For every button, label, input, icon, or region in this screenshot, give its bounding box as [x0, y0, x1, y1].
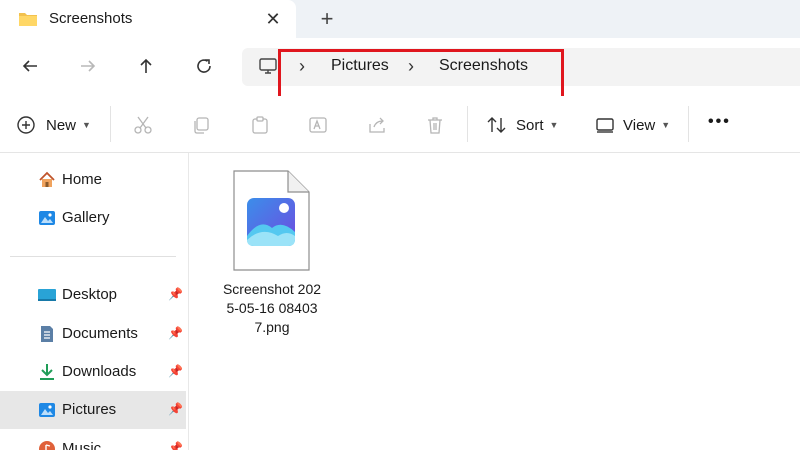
refresh-icon: [197, 59, 211, 73]
view-button[interactable]: View ▼: [595, 115, 670, 135]
pin-icon[interactable]: 📌: [168, 441, 183, 450]
new-tab-button[interactable]: +: [316, 8, 338, 30]
sidebar-item-label: Documents: [62, 325, 138, 342]
back-arrow-icon: [22, 60, 37, 72]
sidebar-item-label: Pictures: [62, 401, 117, 418]
folder-icon: [19, 13, 37, 26]
toolbar-divider: [688, 106, 689, 142]
annotation-highlight-box: [278, 49, 564, 100]
documents-icon: [41, 326, 53, 342]
sidebar-item-label: Desktop: [62, 286, 118, 303]
sidebar-item-downloads[interactable]: Downloads 📌: [0, 353, 186, 391]
view-icon: [596, 118, 614, 133]
downloads-icon: [40, 364, 54, 380]
rename-icon[interactable]: [308, 115, 328, 135]
sort-button[interactable]: Sort ▼: [486, 115, 558, 135]
back-button[interactable]: [15, 51, 45, 81]
this-pc-icon[interactable]: [258, 56, 278, 76]
delete-icon[interactable]: [425, 115, 445, 135]
forward-button[interactable]: [73, 51, 103, 81]
sidebar-item-label: Gallery: [62, 209, 110, 226]
chevron-down-icon: ▼: [82, 120, 91, 130]
sort-icon: [487, 117, 506, 133]
command-bar: [0, 96, 800, 153]
gallery-icon: [39, 211, 55, 225]
pictures-icon: [39, 403, 55, 417]
file-name-label[interactable]: Screenshot 2025-05-16 084037.png: [222, 280, 322, 337]
desktop-icon: [38, 289, 56, 301]
toolbar-divider: [110, 106, 111, 142]
share-icon[interactable]: [367, 115, 387, 135]
new-label: New: [46, 116, 77, 134]
sidebar-item-desktop[interactable]: Desktop 📌: [0, 276, 186, 314]
new-button[interactable]: New ▼: [16, 115, 91, 135]
sidebar-item-music[interactable]: Music 📌: [0, 430, 186, 450]
image-file-icon: [233, 170, 310, 271]
copy-icon[interactable]: [191, 115, 211, 135]
refresh-button[interactable]: [189, 51, 219, 81]
chevron-down-icon: ▼: [661, 120, 671, 130]
up-arrow-icon: [140, 58, 152, 73]
tab-screenshots[interactable]: [0, 0, 296, 38]
paste-icon[interactable]: [250, 115, 270, 135]
sidebar-item-gallery[interactable]: Gallery: [0, 199, 186, 237]
home-icon: [39, 171, 55, 187]
sidebar-item-label: Downloads: [62, 363, 137, 380]
pin-icon[interactable]: 📌: [168, 364, 183, 378]
sidebar-item-pictures[interactable]: Pictures 📌: [0, 391, 186, 429]
more-options-button[interactable]: •••: [708, 113, 731, 131]
sidebar-divider: [10, 256, 176, 257]
cut-icon[interactable]: [133, 115, 153, 135]
view-label: View: [623, 116, 656, 134]
chevron-down-icon: ▼: [549, 120, 559, 130]
music-icon: [39, 441, 55, 450]
pin-icon[interactable]: 📌: [168, 326, 183, 340]
sidebar-item-label: Home: [62, 171, 103, 188]
sort-label: Sort: [516, 116, 544, 134]
tab-title: Screenshots: [49, 10, 133, 27]
sidebar-item-documents[interactable]: Documents 📌: [0, 315, 186, 353]
pin-icon[interactable]: 📌: [168, 402, 183, 416]
plus-circle-icon: [17, 116, 35, 134]
tab-close-button[interactable]: ✕: [262, 8, 284, 30]
sidebar-item-label: Music: [62, 440, 102, 450]
toolbar-divider: [467, 106, 468, 142]
forward-arrow-icon: [81, 60, 96, 72]
file-item[interactable]: [222, 170, 322, 279]
pin-icon[interactable]: 📌: [168, 287, 183, 301]
sidebar-item-home[interactable]: Home: [0, 161, 186, 199]
up-button[interactable]: [131, 51, 161, 81]
